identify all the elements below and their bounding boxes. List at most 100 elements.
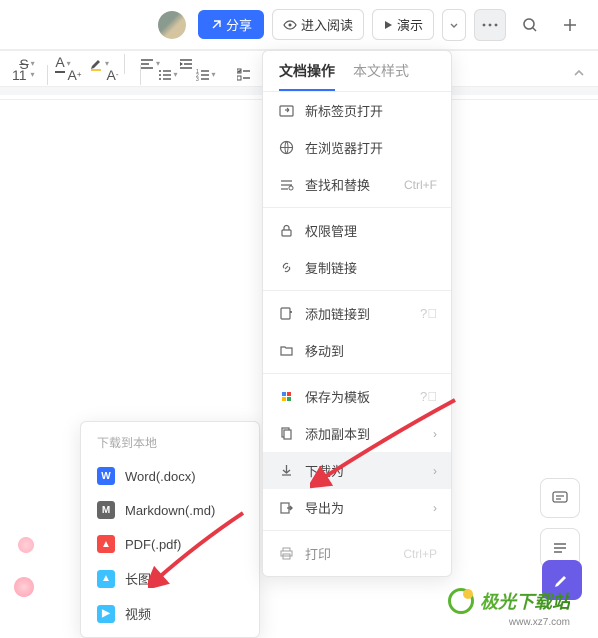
separator (263, 530, 451, 531)
menu-label: 打印 (305, 544, 331, 563)
template-icon (277, 388, 295, 406)
dropdown-tabs: 文档操作 本文样式 (263, 51, 451, 92)
download-submenu: 下载到本地 W Word(.docx) M Markdown(.md) ▲ PD… (80, 421, 260, 638)
comment-button[interactable] (540, 478, 580, 518)
reading-label: 进入阅读 (301, 15, 353, 34)
shortcut: Ctrl+F (404, 178, 437, 192)
pencil-icon (553, 571, 571, 589)
download-pdf[interactable]: ▲ PDF(.pdf) (81, 527, 259, 561)
help-icon: ?⃝ (420, 306, 437, 321)
present-dropdown-button[interactable] (442, 9, 466, 41)
bullet-list-icon (158, 68, 172, 82)
reading-mode-button[interactable]: 进入阅读 (272, 9, 364, 40)
menu-open-new-tab[interactable]: 新标签页打开 (263, 92, 451, 129)
chevron-down-icon: ▾ (212, 70, 216, 79)
menu-label: 新标签页打开 (305, 101, 383, 120)
chevron-right-icon: › (433, 464, 437, 478)
add-link-icon (277, 305, 295, 323)
menu-label: 添加副本到 (305, 424, 370, 443)
link-icon (277, 259, 295, 277)
download-word[interactable]: W Word(.docx) (81, 459, 259, 493)
font-decrease-button[interactable]: A- (98, 60, 128, 90)
divider (140, 65, 141, 85)
chevron-down-icon: ▾ (174, 70, 178, 79)
chevron-down-icon (449, 20, 459, 30)
watermark-url: www.xz7.com (509, 617, 570, 628)
present-button[interactable]: 演示 (372, 9, 434, 40)
font-increase-button[interactable]: A+ (60, 60, 90, 90)
share-button[interactable]: 分享 (198, 10, 264, 39)
watermark-text: 极光下载站 (480, 588, 570, 614)
find-icon (277, 176, 295, 194)
svg-text:3: 3 (196, 77, 199, 82)
collapse-button[interactable] (572, 66, 586, 85)
word-icon: W (97, 467, 115, 485)
item-label: Word(.docx) (125, 469, 196, 484)
avatar[interactable] (158, 11, 186, 39)
separator (263, 207, 451, 208)
download-image[interactable]: ▲ 长图 (81, 561, 259, 596)
numbered-list-button[interactable]: 123 ▾ (191, 60, 221, 90)
search-button[interactable] (514, 9, 546, 41)
font-size-value: 11 (12, 67, 27, 83)
menu-print[interactable]: 打印 Ctrl+P (263, 535, 451, 572)
lock-icon (277, 222, 295, 240)
download-video[interactable]: ▶ 视频 (81, 596, 259, 631)
checklist-button[interactable] (229, 60, 259, 90)
watermark-logo (448, 588, 474, 614)
separator (263, 373, 451, 374)
bullet-list-button[interactable]: ▾ (153, 60, 183, 90)
add-button[interactable] (554, 9, 586, 41)
menu-label: 移动到 (305, 341, 344, 360)
menu-label: 保存为模板 (305, 387, 370, 406)
toc-icon (551, 539, 569, 557)
export-icon (277, 499, 295, 517)
more-icon (482, 23, 498, 27)
item-label: PDF(.pdf) (125, 537, 181, 552)
video-icon: ▶ (97, 605, 115, 623)
menu-export-as[interactable]: 导出为 › (263, 489, 451, 526)
more-dropdown: 文档操作 本文样式 新标签页打开 在浏览器打开 查找和替换 Ctrl+F 权限管… (262, 50, 452, 577)
eye-icon (283, 18, 297, 32)
watermark: 极光下载站 (448, 588, 570, 614)
menu-label: 添加链接到 (305, 304, 370, 323)
tab-doc-operations[interactable]: 文档操作 (279, 61, 335, 91)
share-label: 分享 (226, 15, 252, 34)
menu-permissions[interactable]: 权限管理 (263, 212, 451, 249)
browser-icon (277, 139, 295, 157)
comment-icon (551, 489, 569, 507)
chevron-down-icon: ▾ (31, 70, 35, 79)
menu-add-link-to[interactable]: 添加链接到 ?⃝ (263, 295, 451, 332)
chevron-right-icon: › (433, 501, 437, 515)
present-label: 演示 (397, 15, 423, 34)
menu-find-replace[interactable]: 查找和替换 Ctrl+F (263, 166, 451, 203)
chevron-up-icon (572, 66, 586, 80)
menu-label: 权限管理 (305, 221, 357, 240)
chevron-right-icon: › (433, 427, 437, 441)
copy-icon (277, 425, 295, 443)
tab-doc-style[interactable]: 本文样式 (353, 61, 409, 91)
shortcut: Ctrl+P (403, 547, 437, 561)
menu-download-as[interactable]: 下载为 › (263, 452, 451, 489)
menu-copy-link[interactable]: 复制链接 (263, 249, 451, 286)
menu-open-browser[interactable]: 在浏览器打开 (263, 129, 451, 166)
pdf-icon: ▲ (97, 535, 115, 553)
item-label: 视频 (125, 604, 151, 623)
menu-label: 查找和替换 (305, 175, 370, 194)
download-icon (277, 462, 295, 480)
decoration (0, 537, 50, 617)
divider (47, 65, 48, 85)
folder-icon (277, 342, 295, 360)
floating-buttons (540, 478, 580, 568)
checklist-icon (237, 68, 251, 82)
menu-label: 导出为 (305, 498, 344, 517)
menu-label: 下载为 (305, 461, 344, 480)
menu-save-template[interactable]: 保存为模板 ?⃝ (263, 378, 451, 415)
menu-move-to[interactable]: 移动到 (263, 332, 451, 369)
search-icon (522, 17, 538, 33)
font-size-control[interactable]: 11 ▾ (12, 67, 35, 83)
download-markdown[interactable]: M Markdown(.md) (81, 493, 259, 527)
menu-add-copy-to[interactable]: 添加副本到 › (263, 415, 451, 452)
print-icon (277, 545, 295, 563)
more-button[interactable] (474, 9, 506, 41)
